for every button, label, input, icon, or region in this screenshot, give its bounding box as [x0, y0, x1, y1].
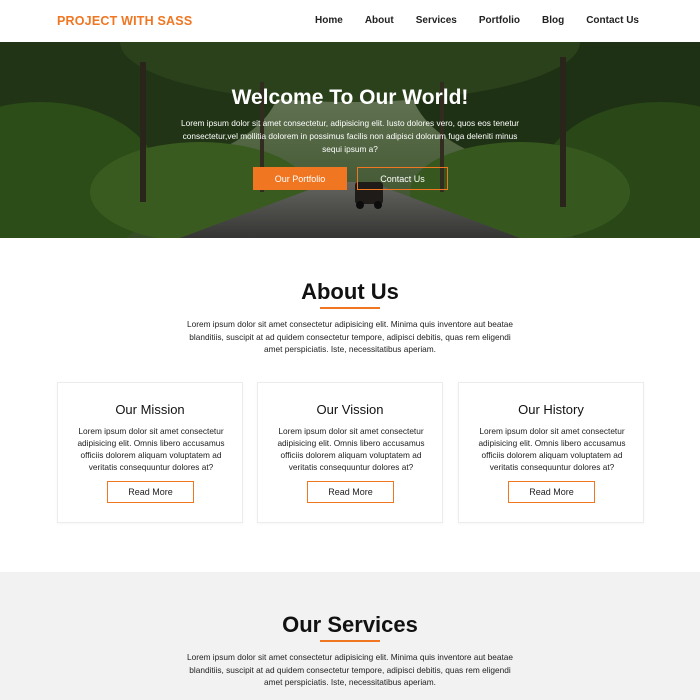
hero-title: Welcome To Our World! [231, 86, 469, 109]
nav-blog-link[interactable]: Blog [542, 15, 564, 26]
read-more-button[interactable]: Read More [307, 481, 394, 503]
hero-section: Welcome To Our World! Lorem ipsum dolor … [0, 42, 700, 238]
navbar: PROJECT WITH SASS Home About Services Po… [0, 0, 700, 42]
about-title-underline [320, 307, 380, 309]
card-title: Our History [518, 402, 584, 417]
contact-us-button[interactable]: Contact Us [357, 167, 448, 190]
nav-services-link[interactable]: Services [416, 15, 457, 26]
nav-portfolio-link[interactable]: Portfolio [479, 15, 520, 26]
services-description: Lorem ipsum dolor sit amet consectetur a… [186, 652, 514, 687]
vision-card: Our Vission Lorem ipsum dolor sit amet c… [257, 382, 443, 523]
card-text: Lorem ipsum dolor sit amet consectetur a… [478, 426, 626, 472]
card-title: Our Mission [115, 402, 185, 417]
services-section: Our Services Lorem ipsum dolor sit amet … [0, 572, 700, 700]
mission-card: Our Mission Lorem ipsum dolor sit amet c… [57, 382, 243, 523]
read-more-button[interactable]: Read More [107, 481, 194, 503]
card-title: Our Vission [316, 402, 384, 417]
read-more-button[interactable]: Read More [508, 481, 595, 503]
our-portfolio-button[interactable]: Our Portfolio [253, 167, 347, 190]
about-description: Lorem ipsum dolor sit amet consectetur a… [186, 319, 514, 354]
about-title: About Us [301, 279, 399, 304]
nav-home-link[interactable]: Home [315, 15, 343, 26]
services-title: Our Services [282, 612, 418, 637]
card-text: Lorem ipsum dolor sit amet consectetur a… [77, 426, 225, 472]
main-menu: Home About Services Portfolio Blog Conta… [315, 15, 639, 26]
hero-description: Lorem ipsum dolor sit amet consectetur, … [180, 118, 520, 154]
nav-about-link[interactable]: About [365, 15, 394, 26]
history-card: Our History Lorem ipsum dolor sit amet c… [458, 382, 644, 523]
brand-logo[interactable]: PROJECT WITH SASS [57, 14, 192, 28]
services-title-underline [320, 640, 380, 642]
nav-contact-link[interactable]: Contact Us [586, 15, 639, 26]
card-text: Lorem ipsum dolor sit amet consectetur a… [277, 426, 425, 472]
